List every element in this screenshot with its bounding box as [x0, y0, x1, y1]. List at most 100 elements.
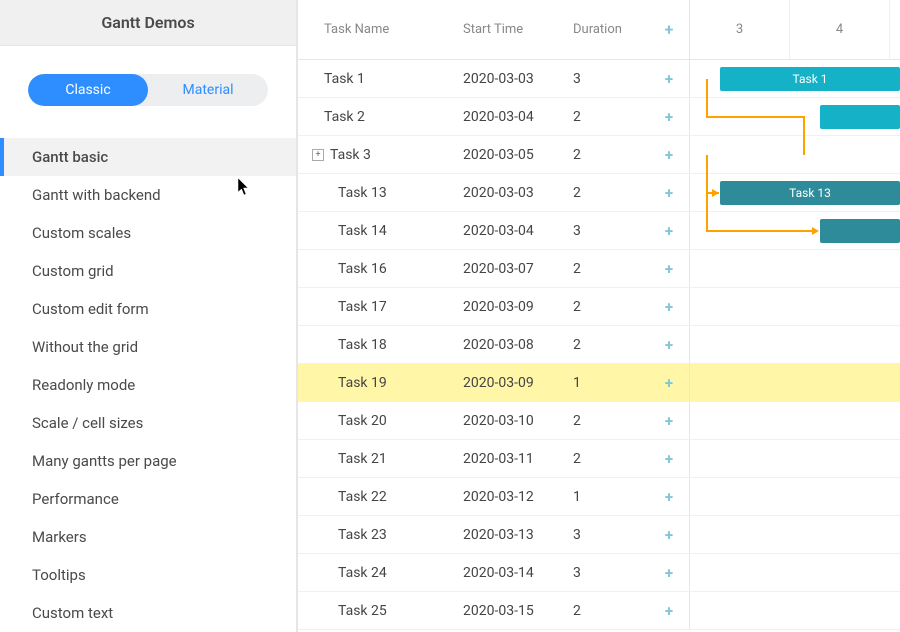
- sidebar-item-6[interactable]: Readonly mode: [0, 366, 296, 404]
- sidebar-menu: Gantt basicGantt with backendCustom scal…: [0, 138, 296, 632]
- table-row[interactable]: Task 192020-03-091+: [298, 364, 900, 402]
- gantt-bar[interactable]: Task 13: [720, 181, 900, 205]
- add-task-button[interactable]: +: [649, 184, 689, 202]
- sidebar-item-2[interactable]: Custom scales: [0, 214, 296, 252]
- toggle-material[interactable]: Material: [148, 74, 268, 106]
- table-row[interactable]: +Task 32020-03-052+: [298, 136, 900, 174]
- add-task-button[interactable]: +: [649, 564, 689, 582]
- col-header-start[interactable]: Start Time: [463, 22, 573, 37]
- cell-task-name: +Task 3: [298, 147, 463, 163]
- cell-start-time: 2020-03-03: [463, 185, 573, 201]
- gantt-bar[interactable]: [820, 105, 900, 129]
- table-row[interactable]: Task 222020-03-121+: [298, 478, 900, 516]
- table-row[interactable]: Task 202020-03-102+: [298, 402, 900, 440]
- add-task-button[interactable]: +: [649, 298, 689, 316]
- table-row[interactable]: Task 132020-03-032+Task 13: [298, 174, 900, 212]
- timeline-cell[interactable]: [689, 250, 900, 287]
- sidebar-item-8[interactable]: Many gantts per page: [0, 442, 296, 480]
- cell-duration: 2: [573, 337, 649, 353]
- sidebar-item-11[interactable]: Tooltips: [0, 556, 296, 594]
- timeline-cell[interactable]: [689, 402, 900, 439]
- cell-duration: 3: [573, 71, 649, 87]
- add-task-button[interactable]: +: [649, 336, 689, 354]
- timeline-cell[interactable]: [689, 136, 900, 173]
- table-row[interactable]: Task 142020-03-043+: [298, 212, 900, 250]
- cell-start-time: 2020-03-15: [463, 603, 573, 619]
- cell-duration: 2: [573, 185, 649, 201]
- timeline-cell[interactable]: [689, 364, 900, 401]
- sidebar-item-1[interactable]: Gantt with backend: [0, 176, 296, 214]
- sidebar-item-9[interactable]: Performance: [0, 480, 296, 518]
- timeline-cell[interactable]: [689, 212, 900, 249]
- timeline-cell[interactable]: [689, 440, 900, 477]
- table-row[interactable]: Task 182020-03-082+: [298, 326, 900, 364]
- sidebar-item-10[interactable]: Markers: [0, 518, 296, 556]
- cell-task-name: Task 24: [298, 565, 463, 581]
- scale-cell: 4: [790, 0, 890, 59]
- task-name-label: Task 18: [338, 337, 387, 353]
- col-header-add[interactable]: +: [649, 20, 689, 39]
- task-name-label: Task 1: [324, 71, 365, 87]
- gantt-bar[interactable]: Task 1: [720, 67, 900, 91]
- task-name-label: Task 24: [338, 565, 387, 581]
- table-row[interactable]: Task 12020-03-033+Task 1: [298, 60, 900, 98]
- cell-duration: 1: [573, 489, 649, 505]
- add-task-button[interactable]: +: [649, 488, 689, 506]
- add-task-button[interactable]: +: [649, 412, 689, 430]
- table-row[interactable]: Task 162020-03-072+: [298, 250, 900, 288]
- timeline-cell[interactable]: [689, 288, 900, 325]
- add-task-button[interactable]: +: [649, 450, 689, 468]
- add-task-button[interactable]: +: [649, 602, 689, 620]
- table-row[interactable]: Task 242020-03-143+: [298, 554, 900, 592]
- sidebar-item-5[interactable]: Without the grid: [0, 328, 296, 366]
- table-row[interactable]: Task 22020-03-042+: [298, 98, 900, 136]
- timeline-cell[interactable]: [689, 554, 900, 591]
- task-name-label: Task 25: [338, 603, 387, 619]
- sidebar-item-7[interactable]: Scale / cell sizes: [0, 404, 296, 442]
- cell-duration: 2: [573, 261, 649, 277]
- col-header-name[interactable]: Task Name: [298, 22, 463, 37]
- timeline-cell[interactable]: [689, 592, 900, 629]
- cell-task-name: Task 19: [298, 375, 463, 391]
- col-header-duration[interactable]: Duration: [573, 22, 649, 37]
- gantt-bar[interactable]: [820, 219, 900, 243]
- table-row[interactable]: Task 212020-03-112+: [298, 440, 900, 478]
- cell-duration: 2: [573, 109, 649, 125]
- cell-start-time: 2020-03-07: [463, 261, 573, 277]
- timeline-cell[interactable]: [689, 516, 900, 553]
- timeline-cell[interactable]: [689, 326, 900, 363]
- table-row[interactable]: Task 172020-03-092+: [298, 288, 900, 326]
- add-task-button[interactable]: +: [649, 526, 689, 544]
- cell-duration: 1: [573, 375, 649, 391]
- task-name-label: Task 23: [338, 527, 387, 543]
- cell-start-time: 2020-03-14: [463, 565, 573, 581]
- add-task-button[interactable]: +: [649, 146, 689, 164]
- cell-task-name: Task 22: [298, 489, 463, 505]
- add-task-button[interactable]: +: [649, 222, 689, 240]
- cell-task-name: Task 18: [298, 337, 463, 353]
- cell-start-time: 2020-03-10: [463, 413, 573, 429]
- sidebar-item-12[interactable]: Custom text: [0, 594, 296, 632]
- sidebar: Gantt Demos Classic Material Gantt basic…: [0, 0, 298, 632]
- cell-start-time: 2020-03-13: [463, 527, 573, 543]
- expand-icon[interactable]: +: [312, 149, 324, 161]
- cell-task-name: Task 25: [298, 603, 463, 619]
- grid-rows: Task 12020-03-033+Task 1Task 22020-03-04…: [298, 60, 900, 632]
- sidebar-item-4[interactable]: Custom edit form: [0, 290, 296, 328]
- sidebar-item-3[interactable]: Custom grid: [0, 252, 296, 290]
- timeline-cell[interactable]: [689, 478, 900, 515]
- table-row[interactable]: Task 252020-03-152+: [298, 592, 900, 630]
- table-row[interactable]: Task 23 2020-03-133+: [298, 516, 900, 554]
- add-task-button[interactable]: +: [649, 374, 689, 392]
- timeline-cell[interactable]: Task 13: [689, 174, 900, 211]
- toggle-classic[interactable]: Classic: [28, 74, 148, 106]
- add-task-button[interactable]: +: [649, 108, 689, 126]
- cell-duration: 3: [573, 527, 649, 543]
- cell-task-name: Task 13: [298, 185, 463, 201]
- task-name-label: Task 2: [324, 109, 365, 125]
- sidebar-item-0[interactable]: Gantt basic: [0, 138, 296, 176]
- timeline-cell[interactable]: Task 1: [689, 60, 900, 97]
- add-task-button[interactable]: +: [649, 260, 689, 278]
- timeline-cell[interactable]: [689, 98, 900, 135]
- add-task-button[interactable]: +: [649, 70, 689, 88]
